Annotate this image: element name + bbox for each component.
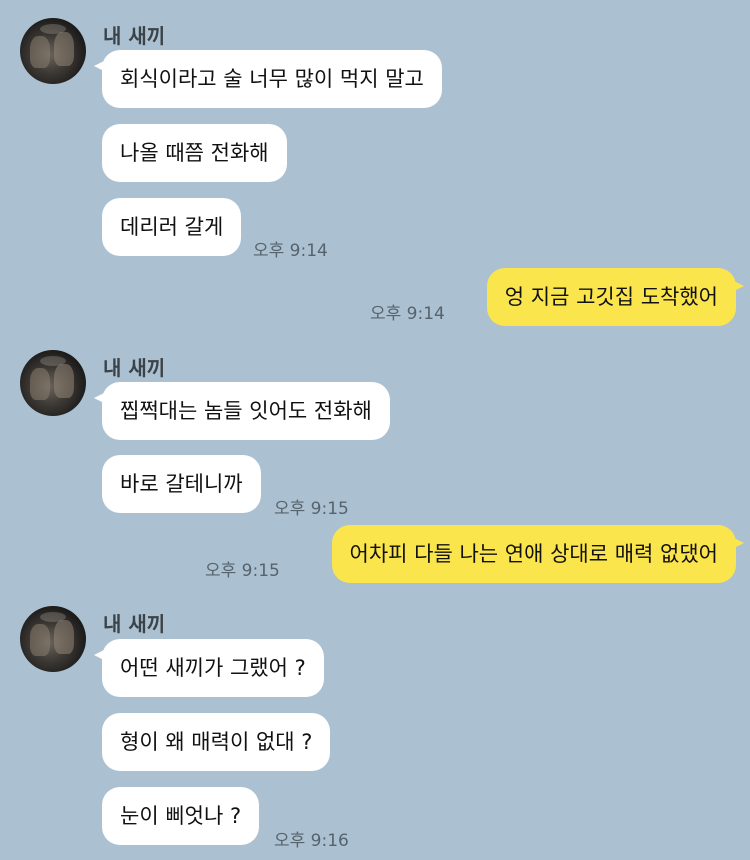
avatar-highlight [40,24,66,34]
timestamp: 오후 9:15 [274,499,349,519]
incoming-message[interactable]: 어떤 새끼가 그랬어 ? [94,639,324,697]
incoming-message[interactable]: 형이 왜 매력이 없대 ? [102,713,331,771]
timestamp: 오후 9:14 [253,241,328,261]
incoming-message[interactable]: 눈이 삐엇나 ? [102,787,260,845]
incoming-message[interactable]: 회식이라고 술 너무 많이 먹지 말고 [94,50,442,108]
avatar-figure [30,36,50,68]
timestamp: 오후 9:16 [274,831,349,851]
incoming-message[interactable]: 찝쩍대는 놈들 잇어도 전화해 [94,382,390,440]
sender-name: 내 새끼 [103,356,166,380]
incoming-message[interactable]: 데리러 갈게 [102,198,242,256]
timestamp: 오후 9:14 [370,304,445,324]
avatar-figure [54,364,74,398]
avatar[interactable] [20,606,86,672]
avatar-figure [30,368,50,400]
incoming-message[interactable]: 바로 갈테니까 [102,455,261,513]
avatar-highlight [40,356,66,366]
outgoing-message[interactable]: 엉 지금 고깃집 도착했어 [486,268,745,326]
outgoing-message[interactable]: 어차피 다들 나는 연애 상대로 매력 없댔어 [331,525,744,583]
avatar[interactable] [20,18,86,84]
avatar-figure [54,32,74,66]
timestamp: 오후 9:15 [205,561,280,581]
sender-name: 내 새끼 [103,24,166,48]
avatar-figure [30,624,50,656]
avatar[interactable] [20,350,86,416]
avatar-figure [54,620,74,654]
incoming-message[interactable]: 나올 때쯤 전화해 [102,124,287,182]
avatar-highlight [40,612,66,622]
sender-name: 내 새끼 [103,612,166,636]
